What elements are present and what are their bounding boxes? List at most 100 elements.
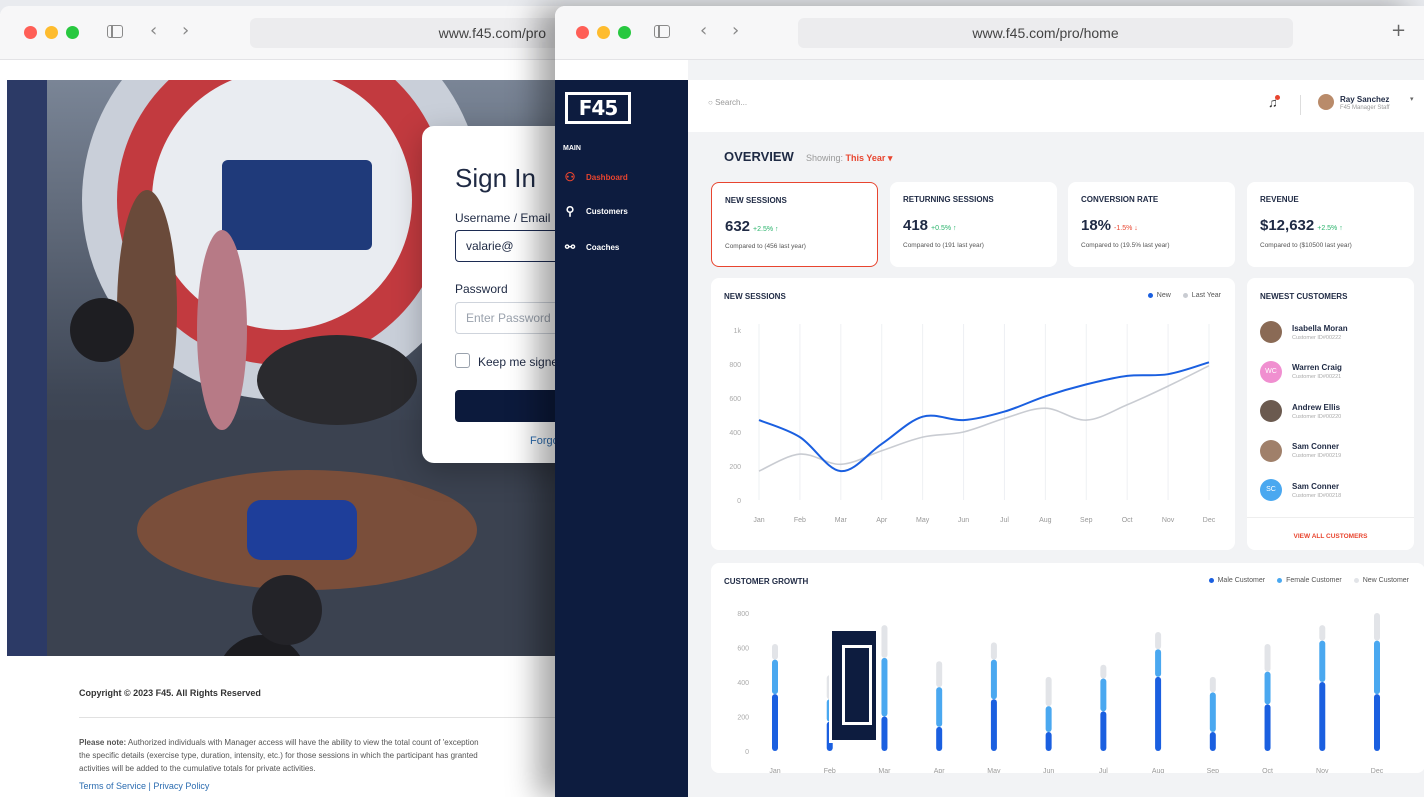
sidebar-item-coaches[interactable]: ⚯ Coaches — [563, 240, 619, 254]
customer-list-item[interactable]: Sam Conner Customer ID#00219 — [1260, 439, 1341, 462]
x-tick-label: Sep — [1080, 517, 1093, 524]
bell-icon[interactable]: ♫ — [1268, 95, 1280, 110]
username-label: Username / Email — [455, 211, 551, 225]
dashboard-icon: ⚇ — [564, 170, 576, 184]
new-sessions-chart-card: NEW SESSIONS New Last Year Jan Feb Mar Apr M… — [711, 278, 1235, 550]
kpi-new-sessions[interactable]: NEW SESSIONS 632 +2.5% ↑ Compared to (456… — [711, 182, 878, 267]
note-label: Please note: — [79, 738, 127, 747]
kpi-compare: Compared to ($10500 last year) — [1260, 242, 1352, 249]
bar-female-customer — [990, 659, 997, 700]
page-title: OVERVIEW — [724, 149, 794, 164]
back-icon[interactable]: ‹ — [700, 20, 707, 42]
sidebar-toggle-icon[interactable] — [654, 25, 670, 38]
maximize-button[interactable] — [66, 26, 79, 39]
y-tick-label: 800 — [737, 611, 749, 618]
customer-list-item[interactable]: WC Warren Craig Customer ID#00221 — [1260, 360, 1342, 383]
kpi-conversion-rate[interactable]: CONVERSION RATE 18% -1.5% ↓ Compared to (… — [1068, 182, 1235, 267]
series-line-new — [758, 361, 1210, 473]
y-tick-label: 600 — [737, 646, 749, 653]
forward-icon[interactable]: › — [182, 20, 189, 42]
y-tick-label: 200 — [737, 715, 749, 722]
bar-new-customer — [936, 661, 943, 688]
minimize-button[interactable] — [45, 26, 58, 39]
view-all-customers-link[interactable]: VIEW ALL CUSTOMERS — [1247, 533, 1414, 540]
bar-female-customer — [936, 687, 943, 727]
back-icon[interactable]: ‹ — [150, 20, 157, 42]
sidebar-toggle-icon[interactable] — [107, 25, 123, 38]
bar-new-customer — [990, 642, 997, 660]
coach-icon: ⚯ — [564, 240, 576, 254]
sidebar-item-customers[interactable]: ⚲ Customers — [563, 204, 628, 218]
y-tick-label: 0 — [745, 749, 749, 756]
terms-link[interactable]: Terms of Service — [79, 781, 146, 791]
divider — [79, 717, 555, 718]
bar-female-customer — [1100, 678, 1107, 712]
sidebar-section-label: MAIN — [563, 145, 581, 152]
new-tab-icon[interactable]: + — [1391, 20, 1406, 42]
link-separator: | — [148, 781, 151, 791]
password-label: Password — [455, 282, 508, 296]
note-line-3: activities will be added to the cumulati… — [79, 764, 316, 773]
bar-new-customer — [1209, 676, 1216, 693]
f45-logo: F45 — [565, 92, 631, 124]
bar-female-customer — [1374, 640, 1380, 695]
bar-male-customer — [881, 716, 888, 751]
sidebar-item-label: Dashboard — [586, 172, 628, 182]
kpi-number: 18% — [1081, 217, 1112, 234]
bar-male-customer — [1209, 732, 1216, 751]
x-tick-label: Jun — [958, 517, 969, 524]
customer-id: Customer ID#00221 — [1292, 374, 1342, 380]
close-button[interactable] — [576, 26, 589, 39]
period-filter[interactable]: Showing: This Year ▾ — [806, 153, 892, 164]
notification-dot — [1274, 95, 1280, 100]
period-value: This Year ▾ — [845, 153, 893, 163]
line-chart: Jan Feb Mar Apr May Jun Jul Aug Sep Oct Nov Dec 1k 80… — [729, 324, 1216, 524]
forward-icon[interactable]: › — [732, 20, 739, 42]
customer-name: Warren Craig — [1292, 363, 1342, 372]
kpi-value: $12,632 +2.5% ↑ — [1260, 217, 1343, 234]
sidebar-item-dashboard[interactable]: ⚇ Dashboard — [563, 170, 628, 184]
privacy-link[interactable]: Privacy Policy — [153, 781, 209, 791]
avatar[interactable] — [1318, 94, 1334, 110]
customer-name: Andrew Ellis — [1292, 402, 1341, 412]
customer-growth-chart-card: CUSTOMER GROWTH Male Customer Female Cus… — [711, 563, 1424, 773]
kpi-number: $12,632 — [1260, 217, 1315, 234]
maximize-button[interactable] — [618, 26, 631, 39]
main-content: ○ Search... ♫ Ray Sanchez F45 Manager St… — [688, 60, 1424, 797]
window-controls — [24, 26, 79, 39]
window-controls — [576, 26, 631, 39]
bar-new-customer — [1155, 631, 1162, 650]
x-tick-label: Mar — [835, 517, 848, 524]
sidebar-item-label: Customers — [586, 206, 628, 216]
y-tick-label: 800 — [729, 362, 741, 369]
divider — [1300, 95, 1301, 115]
signin-title: Sign In — [455, 163, 536, 193]
y-tick-label: 400 — [729, 430, 741, 437]
x-tick-label: Jun — [1043, 768, 1054, 773]
x-tick-label: Apr — [934, 768, 946, 773]
minimize-button[interactable] — [597, 26, 610, 39]
sidebar-item-label: Coaches — [586, 242, 620, 252]
kpi-number: 632 — [725, 218, 751, 235]
customer-list-item[interactable]: Andrew Ellis Customer ID#00220 — [1260, 400, 1341, 422]
customer-list-item[interactable]: Isabella Moran Customer ID#00222 — [1260, 321, 1348, 343]
customer-info: Sam Conner Customer ID#00219 — [1292, 442, 1341, 459]
bar-female-customer — [1319, 640, 1326, 682]
search-placeholder: Search... — [715, 98, 748, 107]
f45-corner-badge — [829, 628, 879, 743]
remember-checkbox[interactable] — [455, 353, 470, 368]
x-tick-label: Nov — [1316, 768, 1329, 773]
address-bar[interactable]: www.f45.com/pro/home — [798, 18, 1293, 48]
search-input[interactable]: ○ Search... — [708, 98, 747, 107]
chevron-down-icon[interactable]: ▾ — [1410, 95, 1414, 103]
x-tick-label: May — [916, 517, 930, 524]
customer-name: Sam Conner — [1292, 481, 1340, 491]
avatar — [1260, 439, 1282, 462]
kpi-number: 418 — [903, 217, 929, 234]
kpi-revenue[interactable]: REVENUE $12,632 +2.5% ↑ Compared to ($105… — [1247, 182, 1414, 267]
x-tick-label: Jul — [1099, 768, 1108, 773]
kpi-returning-sessions[interactable]: RETURNING SESSIONS 418 +0.5% ↑ Compared t… — [890, 182, 1057, 267]
x-tick-label: Jan — [769, 768, 780, 773]
customer-list-item[interactable]: SC Sam Conner Customer ID#00218 — [1260, 479, 1341, 501]
close-button[interactable] — [24, 26, 37, 39]
